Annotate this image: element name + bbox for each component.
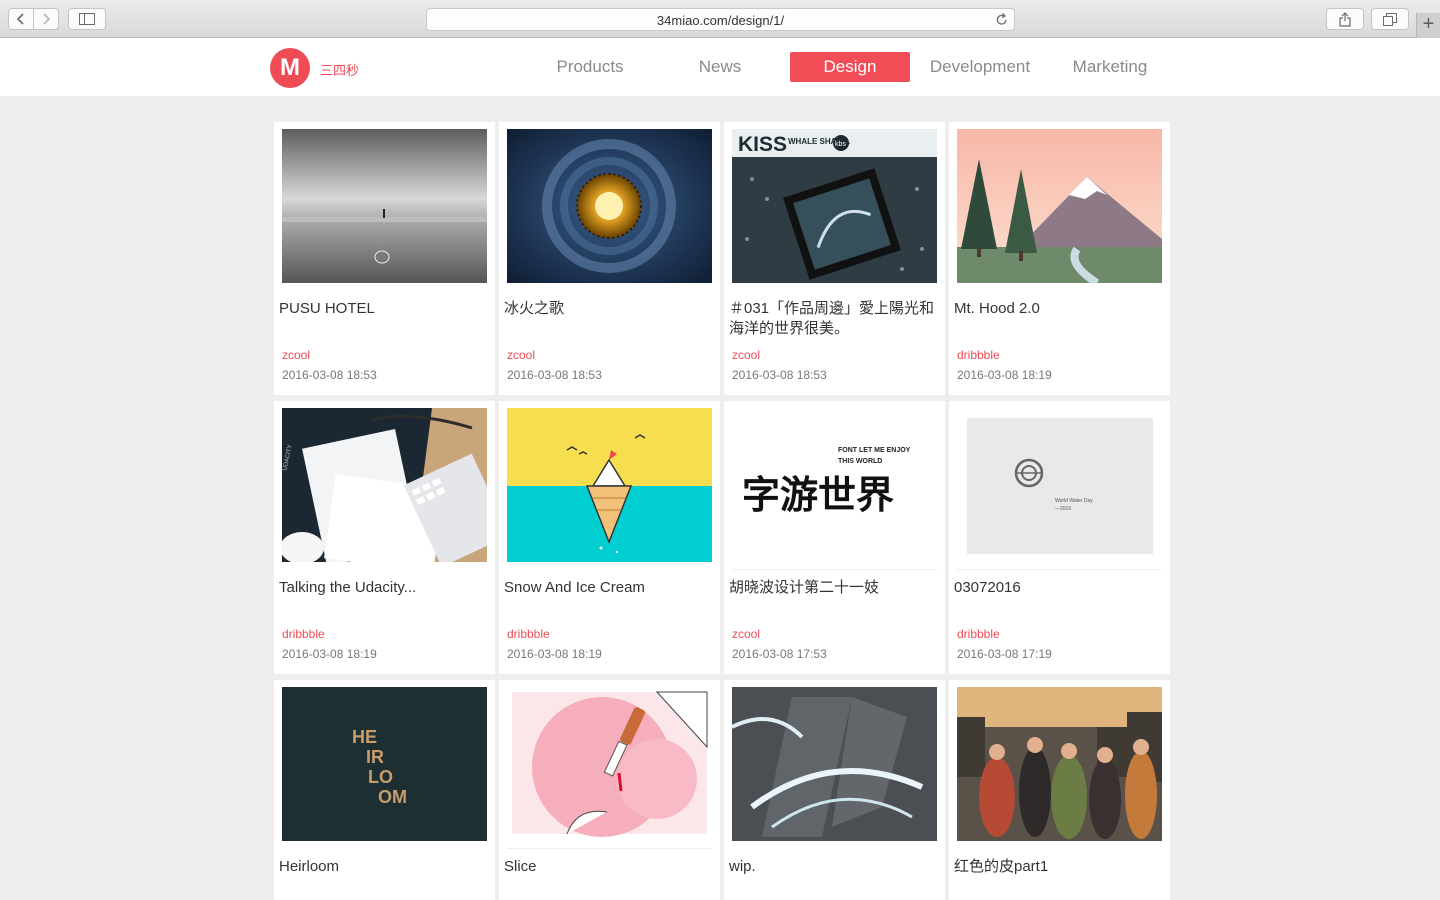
card-date: 2016-03-08 18:53 <box>282 368 377 382</box>
card-date: 2016-03-08 18:53 <box>507 368 602 382</box>
share-button[interactable] <box>1326 8 1364 30</box>
card-date: 2016-03-08 18:19 <box>507 647 602 661</box>
card-divider <box>507 848 712 849</box>
card-title[interactable]: Snow And Ice Cream <box>504 578 714 598</box>
url-text: 34miao.com/design/1/ <box>656 13 785 28</box>
card-thumbnail[interactable] <box>507 129 712 283</box>
card-thumbnail[interactable] <box>507 408 712 562</box>
design-card[interactable]: FONT LET ME ENJOY THIS WORLD 字游世界 胡晓波设计第… <box>724 401 945 674</box>
thumb-text-badge: kbs <box>835 141 846 148</box>
thumb-text-waterday: World Water Day <box>1055 498 1093 504</box>
card-title[interactable]: 03072016 <box>954 578 1164 598</box>
card-title[interactable]: 冰火之歌 <box>504 299 714 319</box>
card-divider <box>732 569 937 570</box>
new-tab-icon[interactable]: + <box>1416 13 1440 38</box>
forward-button[interactable] <box>33 8 59 30</box>
nav-news[interactable]: News <box>660 52 780 82</box>
card-date: 2016-03-08 18:19 <box>282 647 377 661</box>
design-card[interactable]: KISS WHALE SHARK. kbs ＃031「作品周邊」愛上陽光和海洋的… <box>724 122 945 395</box>
card-thumbnail[interactable]: World Water Day —2016 <box>957 408 1162 562</box>
thumb-text-ir: IR <box>366 747 384 767</box>
share-icon <box>1339 11 1351 27</box>
card-date: 2016-03-08 17:19 <box>957 647 1052 661</box>
nav-development[interactable]: Development <box>920 52 1040 82</box>
address-bar[interactable]: 34miao.com/design/1/ <box>426 8 1015 31</box>
card-title[interactable]: PUSU HOTEL <box>279 299 489 319</box>
design-card[interactable]: Snow And Ice Cream dribbble 2016-03-08 1… <box>499 401 720 674</box>
card-title[interactable]: wip. <box>729 857 939 877</box>
card-source[interactable]: zcool <box>732 348 760 362</box>
design-card[interactable]: Mt. Hood 2.0 dribbble 2016-03-08 18:19 <box>949 122 1170 395</box>
logo-text[interactable]: 三四秒 <box>320 60 359 79</box>
design-card[interactable]: World Water Day —2016 03072016 dribbble … <box>949 401 1170 674</box>
back-icon <box>16 13 24 25</box>
card-thumbnail[interactable]: UDACITY <box>282 408 487 562</box>
card-thumbnail[interactable]: HE IR LO OM <box>282 687 487 841</box>
thumb-text-om: OM <box>378 787 407 807</box>
card-source[interactable]: zcool <box>282 348 310 362</box>
card-title[interactable]: Talking the Udacity... <box>279 578 489 598</box>
card-source[interactable]: dribbble <box>282 627 325 641</box>
site-header: M 三四秒 Products News Design Development M… <box>0 38 1440 96</box>
nav-products[interactable]: Products <box>530 52 650 82</box>
design-card[interactable]: PUSU HOTEL zcool 2016-03-08 18:53 <box>274 122 495 395</box>
card-thumbnail[interactable] <box>957 687 1162 841</box>
nav-design[interactable]: Design <box>790 52 910 82</box>
design-card[interactable]: 冰火之歌 zcool 2016-03-08 18:53 <box>499 122 720 395</box>
design-card[interactable]: Slice <box>499 680 720 900</box>
reload-icon[interactable] <box>996 13 1008 31</box>
card-title[interactable]: 红色的皮part1 <box>954 857 1164 877</box>
nav-marketing[interactable]: Marketing <box>1050 52 1170 82</box>
card-title[interactable]: Mt. Hood 2.0 <box>954 299 1164 319</box>
card-thumbnail[interactable] <box>957 129 1162 283</box>
card-source[interactable]: dribbble <box>957 348 1000 362</box>
card-title[interactable]: ＃031「作品周邊」愛上陽光和海洋的世界很美。 <box>729 299 939 339</box>
browser-toolbar: 34miao.com/design/1/ + <box>0 0 1440 38</box>
design-card[interactable]: 红色的皮part1 <box>949 680 1170 900</box>
logo[interactable]: M <box>270 48 310 88</box>
card-source[interactable]: dribbble <box>507 627 550 641</box>
forward-icon <box>43 13 51 25</box>
thumb-text-font: FONT LET ME ENJOY <box>838 447 911 454</box>
card-source[interactable]: dribbble <box>957 627 1000 641</box>
card-source[interactable]: zcool <box>732 627 760 641</box>
card-thumbnail[interactable] <box>732 687 937 841</box>
card-thumbnail[interactable]: KISS WHALE SHARK. kbs <box>732 129 937 283</box>
card-thumbnail[interactable] <box>282 129 487 283</box>
design-card[interactable]: wip. <box>724 680 945 900</box>
card-thumbnail[interactable] <box>507 687 712 841</box>
card-title[interactable]: Heirloom <box>279 857 489 877</box>
tabs-button[interactable] <box>1371 8 1409 30</box>
design-card[interactable]: HE IR LO OM Heirloom <box>274 680 495 900</box>
thumb-text-world: THIS WORLD <box>838 458 882 465</box>
design-card[interactable]: UDACITY Talking the Udacity... dribbble … <box>274 401 495 674</box>
card-title[interactable]: 胡晓波设计第二十一妓 <box>729 578 939 598</box>
card-divider <box>957 569 1162 570</box>
thumb-text-he: HE <box>352 727 377 747</box>
tabs-icon <box>1383 12 1397 26</box>
sidebar-button[interactable] <box>68 8 106 30</box>
thumb-text-kiss: KISS <box>738 133 787 156</box>
card-date: 2016-03-08 17:53 <box>732 647 827 661</box>
back-button[interactable] <box>8 8 34 30</box>
sidebar-icon <box>79 13 95 25</box>
card-date: 2016-03-08 18:19 <box>957 368 1052 382</box>
thumb-text-typo: 字游世界 <box>742 472 894 517</box>
thumb-text-lo: LO <box>368 767 393 787</box>
card-title[interactable]: Slice <box>504 857 714 877</box>
card-source[interactable]: zcool <box>507 348 535 362</box>
card-date: 2016-03-08 18:53 <box>732 368 827 382</box>
thumb-text-year: —2016 <box>1055 506 1071 512</box>
card-thumbnail[interactable]: FONT LET ME ENJOY THIS WORLD 字游世界 <box>732 408 937 562</box>
